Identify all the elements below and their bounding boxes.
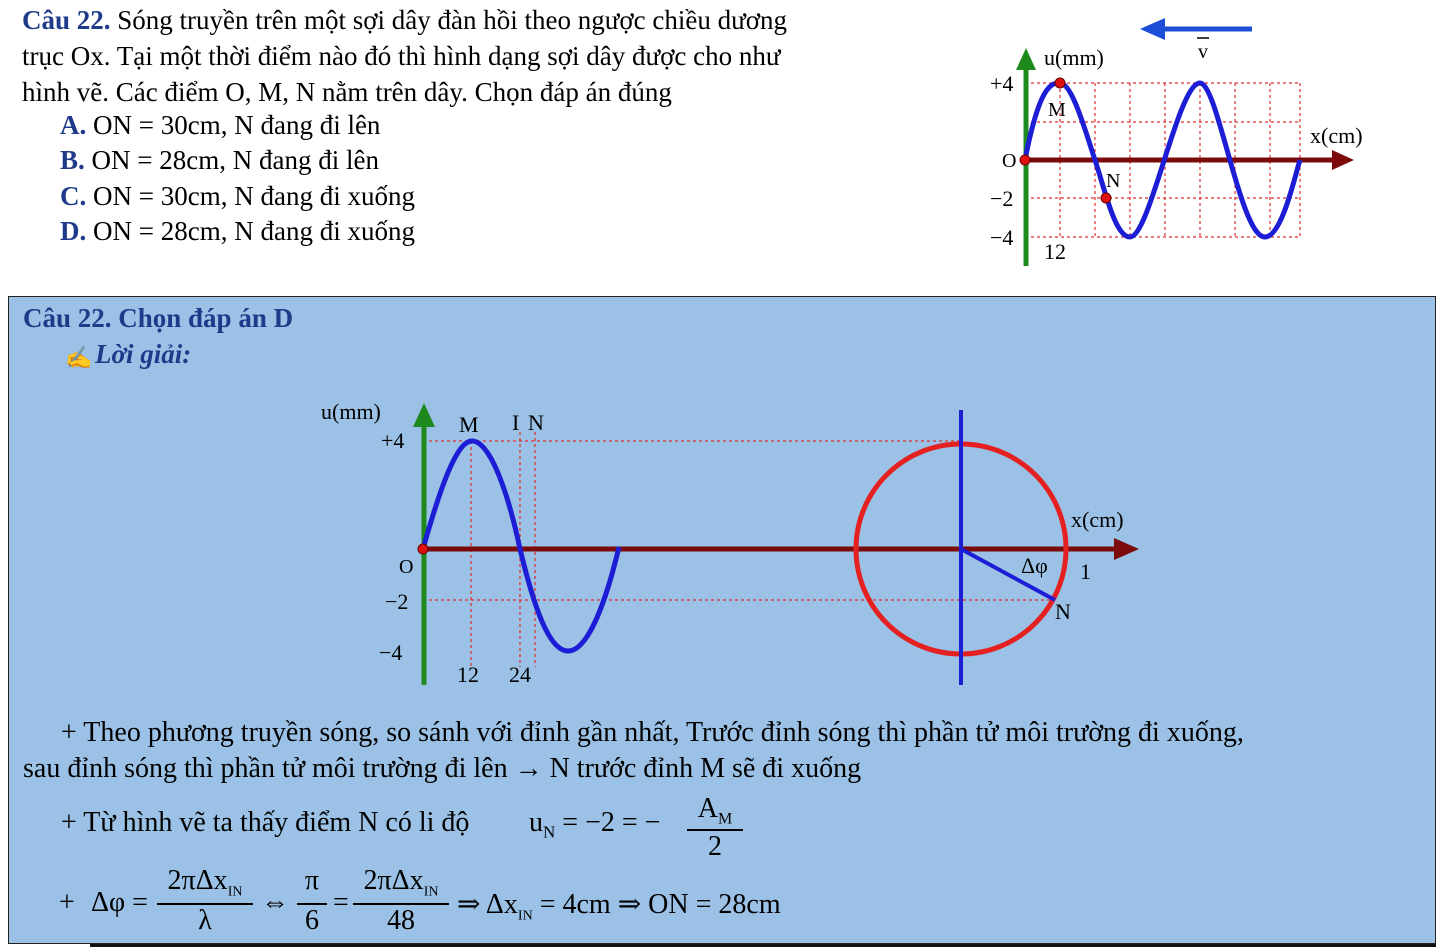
label-m: M (1048, 99, 1066, 121)
fraction1-numerator: 2πΔxIN (167, 865, 243, 900)
x-axis-arrow (1332, 150, 1354, 170)
point-o (1019, 154, 1031, 166)
question-wave-figure: v u(mm) x(cm) +4 O −2 −4 12 M N (990, 18, 1363, 266)
label-i: I (512, 410, 519, 435)
y-axis-label: u(mm) (321, 399, 381, 424)
equiv-symbol: ⇔ (261, 887, 289, 918)
tick-minus4: −4 (379, 640, 402, 665)
tick-24: 24 (509, 662, 531, 687)
tick-minus4: −4 (990, 225, 1013, 250)
tick-12: 12 (1044, 239, 1066, 264)
label-m: M (459, 412, 479, 437)
tick-plus4: +4 (381, 428, 404, 453)
formula-dphi: Δφ = (91, 887, 148, 918)
point-m (1054, 77, 1066, 89)
equal-symbol: = (333, 887, 349, 918)
solution-figure: u(mm) x(cm) +4 O −2 −4 12 24 M I N Δφ 1 … (321, 399, 1139, 687)
circle-point-n: N (1055, 599, 1071, 624)
y-axis-label: u(mm) (1044, 45, 1104, 70)
fraction2-numerator: π (304, 865, 320, 896)
velocity-arrow-head (1140, 18, 1165, 40)
x-axis-label: x(cm) (1310, 123, 1363, 148)
label-n: N (528, 410, 544, 435)
formula-plus: + (59, 887, 75, 918)
explanation-line-1: + Theo phương truyền sóng, so sánh với đ… (61, 717, 1244, 748)
fraction3-denominator: 48 (387, 905, 415, 936)
explanation-line-2: sau đỉnh sóng thì phần tử môi trường đi … (23, 753, 862, 784)
delta-phi-label: Δφ (1021, 553, 1048, 578)
y-axis-arrow (413, 403, 435, 427)
solution-box: Câu 22. Chọn đáp án D ✍ Lời giải: u(mm) … (8, 296, 1436, 944)
formula-un: uN = −2 = − (529, 807, 661, 842)
point-o (417, 543, 429, 555)
x-axis-arrow (1114, 538, 1139, 560)
label-n: N (1106, 170, 1120, 192)
tick-minus2: −2 (990, 186, 1013, 211)
explanation-line-3: + Từ hình vẽ ta thấy điểm N có li độ (61, 807, 470, 838)
bottom-rule (90, 944, 1436, 947)
fraction1-denominator: λ (198, 905, 212, 936)
formula-result: ⇒ ΔxIN = 4cm ⇒ ON = 28cm (457, 889, 781, 924)
formula-am-denominator: 2 (708, 831, 722, 862)
circle-radius-label: 1 (1080, 559, 1091, 584)
tick-zero: O (399, 556, 413, 578)
fraction2-denominator: 6 (305, 905, 319, 936)
formula-am-numerator: AM (697, 793, 733, 828)
x-axis-label: x(cm) (1071, 507, 1124, 532)
solution-wave-curve (420, 438, 622, 654)
fraction3-numerator: 2πΔxIN (363, 865, 439, 900)
tick-plus4: +4 (990, 71, 1013, 96)
velocity-label: v (1198, 41, 1208, 63)
y-axis-arrow (1016, 48, 1036, 70)
tick-minus2: −2 (385, 589, 408, 614)
tick-12: 12 (457, 662, 479, 687)
tick-zero: O (1002, 150, 1016, 172)
point-n (1100, 192, 1112, 204)
